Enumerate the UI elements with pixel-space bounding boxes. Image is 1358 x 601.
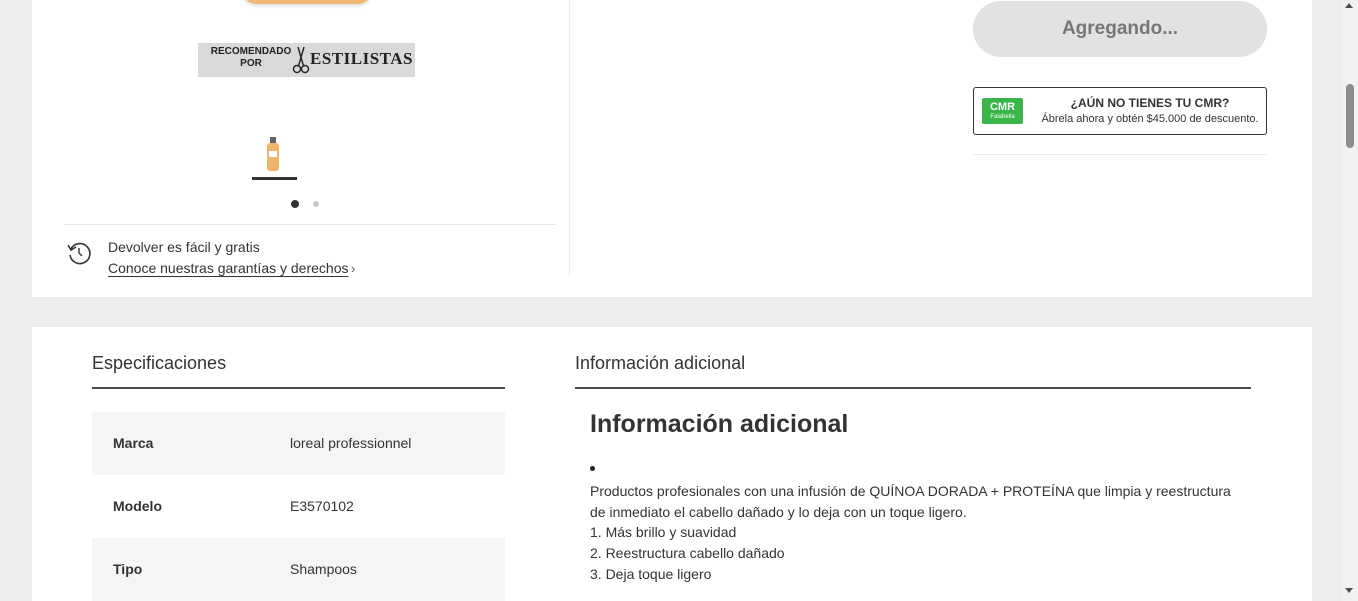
- spec-value: E3570102: [290, 498, 354, 514]
- product-image[interactable]: [242, 0, 372, 4]
- column-divider: [569, 0, 570, 277]
- cmr-logo-main: CMR: [989, 101, 1016, 113]
- badge-small-text: RECOMENDADO POR: [210, 46, 292, 69]
- scissors-icon: [292, 46, 310, 74]
- specs-underline: [92, 387, 505, 389]
- info-tab-title[interactable]: Información adicional: [575, 353, 745, 374]
- spec-key: Tipo: [113, 561, 143, 577]
- spec-row: Tipo Shampoos: [92, 538, 505, 601]
- scrollbar-thumb[interactable]: [1346, 84, 1354, 148]
- thumbnail-1[interactable]: [252, 133, 297, 180]
- info-list-item: 1. Más brillo y suavidad: [590, 524, 737, 540]
- carousel-dot-1[interactable]: [291, 200, 299, 208]
- carousel-dot-2[interactable]: [313, 201, 319, 207]
- bottle-thumbnail-icon: [267, 137, 279, 171]
- scroll-up-icon[interactable]: [1345, 3, 1353, 8]
- return-icon: [67, 242, 91, 265]
- info-list-item: 2. Reestructura cabello dañado: [590, 545, 785, 561]
- spec-key: Marca: [113, 435, 154, 451]
- add-to-cart-button[interactable]: Agregando...: [973, 1, 1267, 57]
- specs-tab-title[interactable]: Especificaciones: [92, 353, 226, 374]
- info-heading: Información adicional: [590, 410, 849, 438]
- chevron-right-icon[interactable]: ›: [351, 261, 355, 276]
- spec-key: Modelo: [113, 498, 162, 514]
- info-underline: [575, 387, 1251, 389]
- cmr-title: ¿AÚN NO TIENES TU CMR?: [1070, 96, 1230, 110]
- spec-value: Shampoos: [290, 561, 357, 577]
- info-paragraph: Productos profesionales con una infusión…: [590, 483, 1231, 520]
- details-card: Especificaciones Marca loreal profession…: [32, 327, 1312, 601]
- info-list-item: 3. Deja toque ligero: [590, 566, 712, 582]
- bullet-icon: [590, 466, 595, 471]
- spec-row: Modelo E3570102: [92, 475, 505, 538]
- cmr-promo-banner[interactable]: CMR Falabella ¿AÚN NO TIENES TU CMR? Ábr…: [973, 87, 1267, 135]
- spec-value: loreal professionnel: [290, 435, 412, 451]
- recommended-badge: RECOMENDADO POR ESTILISTAS: [198, 43, 415, 77]
- cmr-logo: CMR Falabella: [982, 98, 1023, 124]
- cmr-logo-sub: Falabella: [990, 114, 1015, 120]
- spec-row: Marca loreal professionnel: [92, 412, 505, 475]
- product-card: RECOMENDADO POR ESTILISTAS Devolver es f…: [32, 0, 1312, 297]
- warranty-link[interactable]: Conoce nuestras garantías y derechos: [108, 260, 348, 276]
- vertical-scrollbar[interactable]: [1341, 0, 1358, 601]
- badge-big-text: ESTILISTAS: [310, 49, 413, 68]
- divider: [64, 224, 556, 225]
- divider: [973, 154, 1267, 155]
- cmr-subtitle: Ábrela ahora y obtén $45.000 de descuent…: [1041, 113, 1259, 125]
- scroll-down-icon[interactable]: [1345, 588, 1353, 593]
- returns-text: Devolver es fácil y gratis: [108, 239, 260, 255]
